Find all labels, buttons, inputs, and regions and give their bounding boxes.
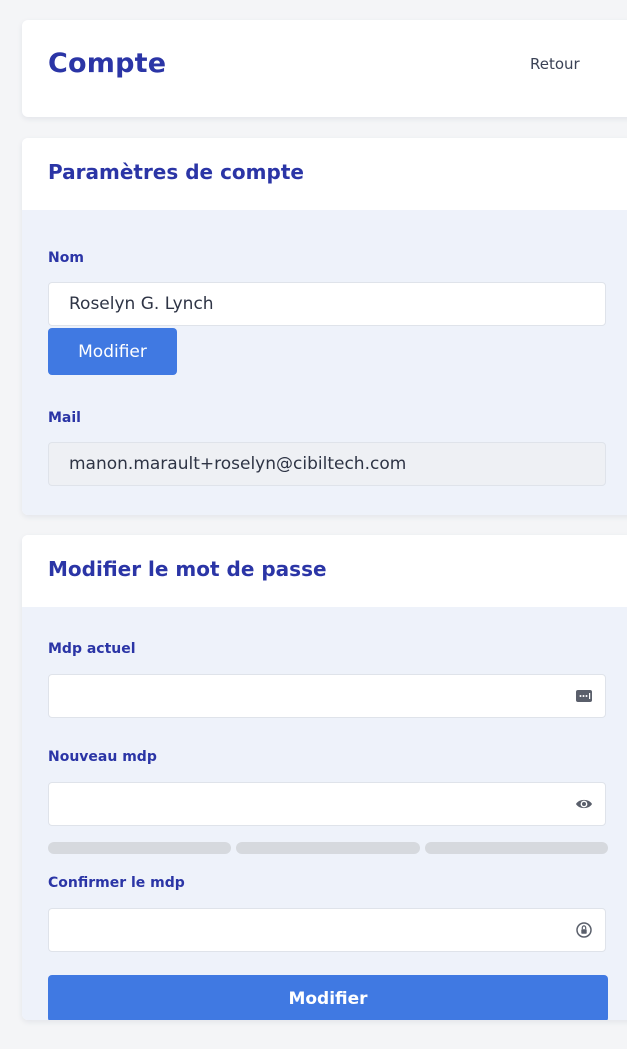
submit-password-button[interactable]: Modifier <box>48 975 608 1020</box>
new-password-field[interactable] <box>48 782 606 826</box>
page-title: Compte <box>48 48 167 79</box>
strength-segment <box>424 842 608 854</box>
new-password-label: Nouveau mdp <box>48 749 157 765</box>
strength-segment <box>236 842 420 854</box>
account-settings-body: Nom Roselyn G. Lynch Modifier Mail manon… <box>22 210 627 515</box>
name-value: Roselyn G. Lynch <box>69 294 214 314</box>
modify-name-button[interactable]: Modifier <box>48 328 177 375</box>
mail-field: manon.marault+roselyn@cibiltech.com <box>48 442 606 486</box>
strength-segment <box>48 842 232 854</box>
password-strength-meter <box>48 842 608 854</box>
current-password-field[interactable] <box>48 674 606 718</box>
account-settings-header: Paramètres de compte <box>22 138 627 210</box>
account-settings-card: Paramètres de compte Nom Roselyn G. Lync… <box>22 138 627 515</box>
confirm-password-label: Confirmer le mdp <box>48 875 185 891</box>
name-field[interactable]: Roselyn G. Lynch <box>48 282 606 326</box>
key-lock-icon[interactable] <box>575 921 593 939</box>
change-password-card: Modifier le mot de passe Mdp actuel Nouv… <box>22 535 627 1020</box>
change-password-header: Modifier le mot de passe <box>22 535 627 607</box>
header-card: Compte Retour <box>22 20 627 117</box>
mail-label: Mail <box>48 410 81 426</box>
change-password-body: Mdp actuel Nouveau mdp Confirmer le mdp <box>22 607 627 1020</box>
name-label: Nom <box>48 250 84 266</box>
mail-value: manon.marault+roselyn@cibiltech.com <box>69 454 407 474</box>
current-password-label: Mdp actuel <box>48 641 136 657</box>
confirm-password-field[interactable] <box>48 908 606 952</box>
back-link[interactable]: Retour <box>530 55 580 73</box>
eye-icon[interactable] <box>575 795 593 813</box>
password-manager-icon[interactable] <box>575 687 593 705</box>
account-settings-title: Paramètres de compte <box>48 160 304 184</box>
change-password-title: Modifier le mot de passe <box>48 557 327 581</box>
